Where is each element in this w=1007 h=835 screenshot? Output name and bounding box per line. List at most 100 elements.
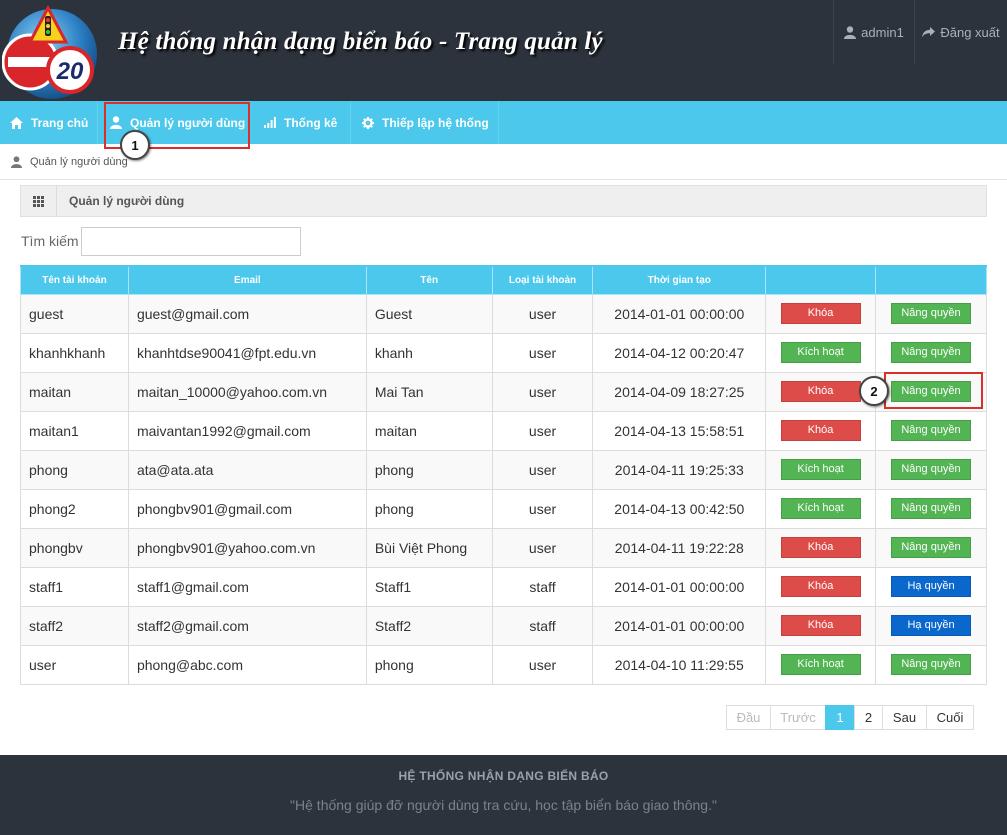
cell-name: phong: [365, 644, 493, 685]
logo-number: 20: [56, 58, 84, 85]
table-row: staff2 staff2@gmail.com Staff2 staff 2014-01…: [20, 605, 987, 646]
callout-marker-2: 2: [859, 376, 889, 406]
cell-created-time: 2014-04-10 11:29:55: [592, 644, 767, 685]
table-row: staff1 staff1@gmail.com Staff1 staff 2014-01…: [20, 566, 987, 607]
cell-name: khanh: [365, 332, 493, 373]
cell-name: Mai Tan: [365, 371, 493, 412]
gear-icon: [362, 116, 374, 129]
cell-lock-account: Khóa: [765, 605, 877, 646]
page-first-button[interactable]: Đầu: [726, 705, 771, 730]
page-next-button[interactable]: Sau: [882, 705, 927, 730]
cell-created-time: 2014-04-12 00:20:47: [592, 332, 767, 373]
cell-upgrade-role: Nâng quyền: [875, 527, 987, 568]
activate-account-button[interactable]: Kích hoạt: [780, 342, 861, 363]
lock-account-button[interactable]: Khóa: [780, 576, 861, 597]
column-header-account-type[interactable]: Loại tài khoản: [491, 265, 594, 295]
nav-item-home[interactable]: Trang chủ: [0, 101, 98, 144]
cell-account-type: user: [491, 332, 594, 373]
column-header-name[interactable]: Tên: [365, 265, 493, 295]
activate-account-button[interactable]: Kích hoạt: [780, 459, 861, 480]
footer-title: HỆ THỐNG NHẬN DẠNG BIỂN BÁO: [398, 769, 609, 783]
main-nav: Trang chủ Quản lý người dùng Thống kê Th…: [0, 101, 1007, 144]
cell-username: maitan1: [20, 410, 129, 451]
cell-activate-account: Kích hoạt: [765, 488, 877, 529]
downgrade-role-button[interactable]: Hạ quyền: [891, 615, 972, 636]
activate-account-button[interactable]: Kích hoạt: [780, 498, 861, 519]
nav-label: Quản lý người dùng: [130, 115, 246, 130]
page-1-button[interactable]: 1: [825, 705, 855, 730]
lock-account-button[interactable]: Khóa: [780, 381, 861, 402]
traffic-sign-logo[interactable]: 20: [2, 4, 100, 100]
upgrade-role-button[interactable]: Nâng quyền: [891, 381, 972, 402]
cell-username: khanhkhanh: [20, 332, 129, 373]
upgrade-role-button[interactable]: Nâng quyền: [891, 342, 972, 363]
page-last-button[interactable]: Cuối: [926, 705, 974, 730]
upgrade-role-button[interactable]: Nâng quyền: [891, 459, 972, 480]
cell-username: staff1: [20, 566, 129, 607]
cell-account-type: user: [491, 527, 594, 568]
lock-account-button[interactable]: Khóa: [780, 537, 861, 558]
lock-account-button[interactable]: Khóa: [780, 615, 861, 636]
page-prev-button[interactable]: Trước: [770, 705, 826, 730]
panel-header: Quản lý người dùng: [20, 185, 987, 217]
user-icon: [11, 155, 22, 168]
cell-name: Staff1: [365, 566, 493, 607]
upgrade-role-button[interactable]: Nâng quyền: [891, 303, 972, 324]
column-header-created-time[interactable]: Thời gian tạo: [592, 265, 767, 295]
nav-label: Thống kê: [284, 115, 338, 130]
cell-created-time: 2014-01-01 00:00:00: [592, 566, 767, 607]
grid-icon: [21, 186, 57, 216]
search-input[interactable]: [81, 227, 301, 256]
user-icon: [844, 25, 857, 39]
nav-item-statistics[interactable]: Thống kê: [250, 101, 351, 144]
cell-account-type: user: [491, 293, 594, 334]
cell-account-type: staff: [491, 605, 594, 646]
cell-email: phongbv901@yahoo.com.vn: [127, 527, 367, 568]
cell-account-type: user: [491, 449, 594, 490]
upgrade-role-button[interactable]: Nâng quyền: [891, 654, 972, 675]
table-row: guest guest@gmail.com Guest user 2014-01-01 …: [20, 293, 987, 334]
username-label: admin1: [861, 24, 904, 40]
pagination: Đầu Trước 1 2 Sau Cuối: [726, 705, 974, 730]
lock-account-button[interactable]: Khóa: [780, 420, 861, 441]
downgrade-role-button[interactable]: Hạ quyền: [891, 576, 972, 597]
breadcrumb: Quản lý người dùng: [0, 144, 1007, 180]
cell-created-time: 2014-01-01 00:00:00: [592, 605, 767, 646]
logout-link[interactable]: Đăng xuất: [915, 0, 1007, 64]
cell-activate-account: Kích hoạt: [765, 332, 877, 373]
breadcrumb-label[interactable]: Quản lý người dùng: [30, 156, 128, 168]
cell-email: khanhtdse90041@fpt.edu.vn: [127, 332, 367, 373]
cell-name: maitan: [365, 410, 493, 451]
cell-created-time: 2014-04-09 18:27:25: [592, 371, 767, 412]
cell-name: phong: [365, 449, 493, 490]
cell-email: phongbv901@gmail.com: [127, 488, 367, 529]
column-header-username[interactable]: Tên tài khoản: [20, 265, 129, 295]
cell-upgrade-role: Nâng quyền: [875, 410, 987, 451]
lock-account-button[interactable]: Khóa: [780, 303, 861, 324]
nav-label: Trang chủ: [31, 115, 89, 130]
cell-upgrade-role: Nâng quyền: [875, 449, 987, 490]
panel-title: Quản lý người dùng: [69, 194, 185, 208]
cell-email: staff1@gmail.com: [127, 566, 367, 607]
cell-name: Staff2: [365, 605, 493, 646]
table-row: maitan maitan_10000@yahoo.com.vn Mai Tan us…: [20, 371, 987, 412]
search-label: Tìm kiếm: [21, 233, 79, 249]
cell-account-type: staff: [491, 566, 594, 607]
cell-activate-account: Kích hoạt: [765, 644, 877, 685]
upgrade-role-button[interactable]: Nâng quyền: [891, 537, 972, 558]
cell-lock-account: Khóa: [765, 410, 877, 451]
column-header-lock-action: [765, 265, 877, 295]
cell-created-time: 2014-04-11 19:25:33: [592, 449, 767, 490]
cell-username: phong: [20, 449, 129, 490]
activate-account-button[interactable]: Kích hoạt: [780, 654, 861, 675]
upgrade-role-button[interactable]: Nâng quyền: [891, 498, 972, 519]
column-header-email[interactable]: Email: [127, 265, 367, 295]
signal-icon: [264, 117, 276, 128]
nav-item-system-settings[interactable]: Thiếp lập hệ thống: [351, 101, 499, 144]
nav-label: Thiếp lập hệ thống: [382, 115, 489, 130]
page-2-button[interactable]: 2: [854, 705, 883, 730]
cell-created-time: 2014-04-13 00:42:50: [592, 488, 767, 529]
upgrade-role-button[interactable]: Nâng quyền: [891, 420, 972, 441]
home-icon: [10, 116, 23, 129]
user-menu[interactable]: admin1: [833, 0, 915, 64]
